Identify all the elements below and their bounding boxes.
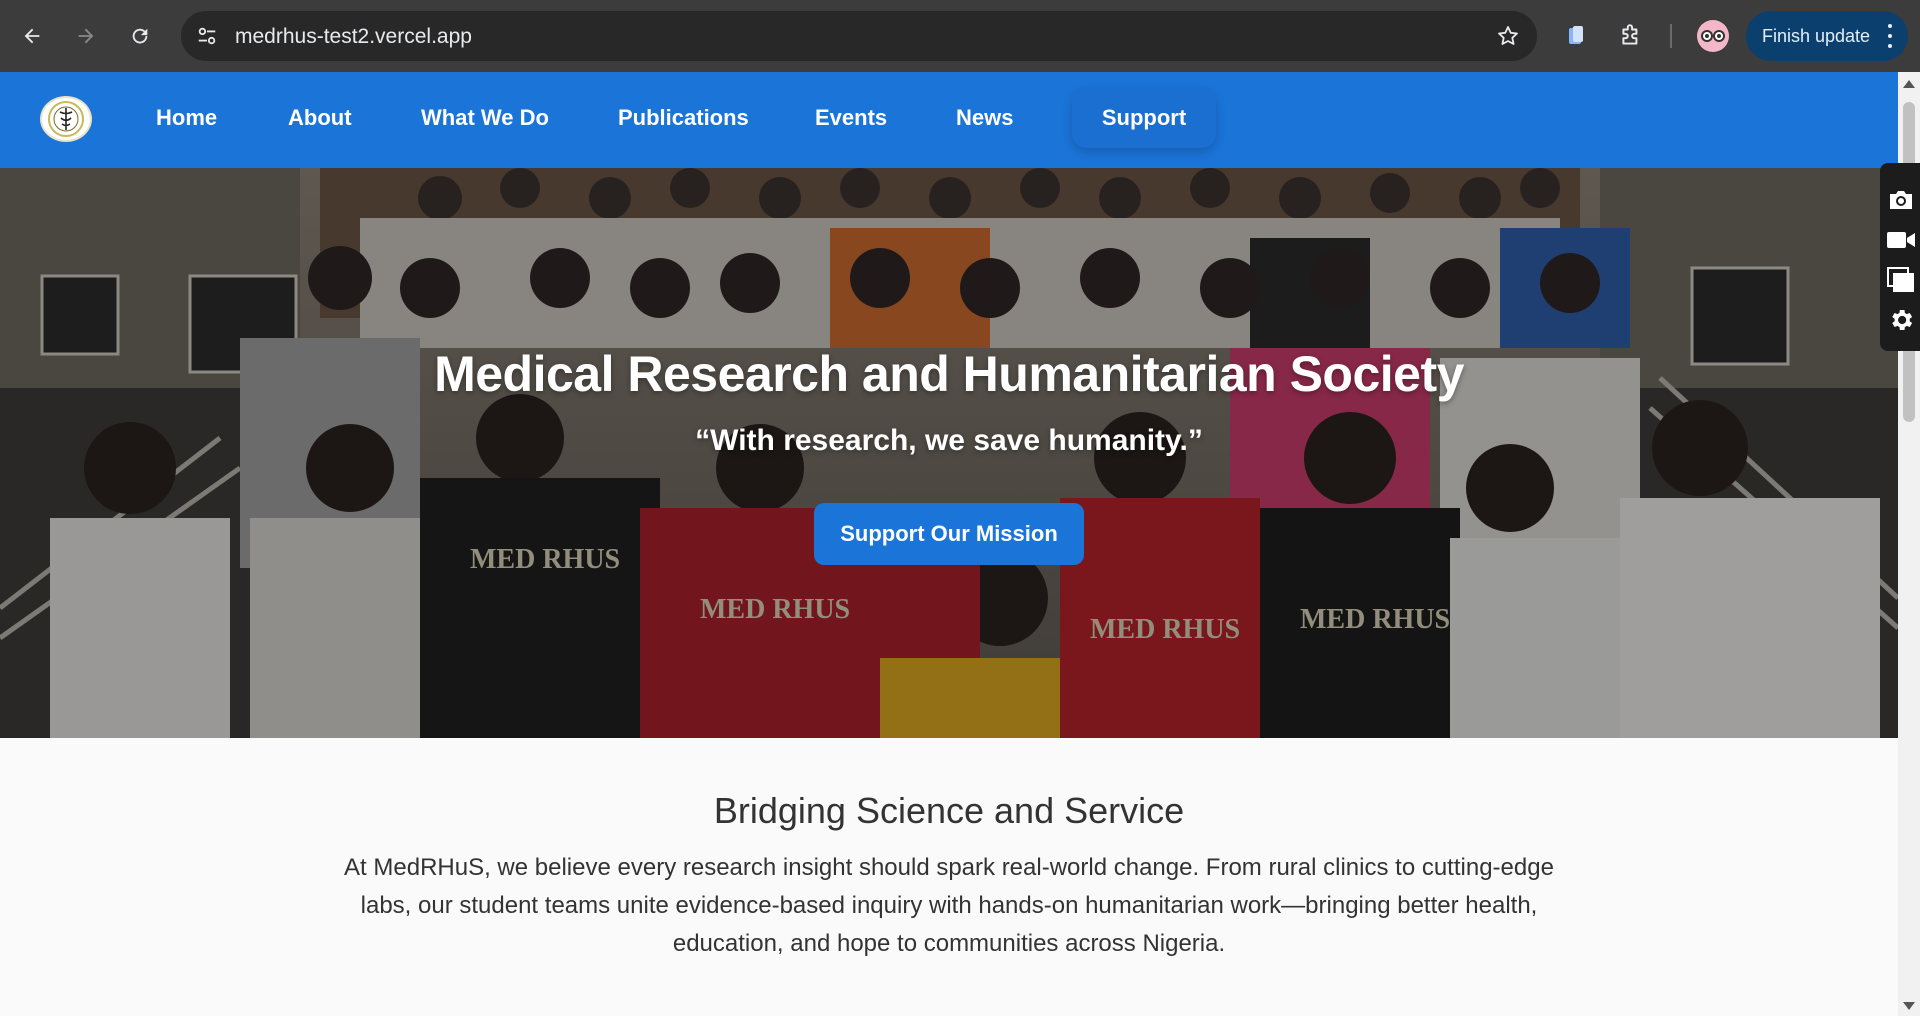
back-button[interactable] xyxy=(14,18,50,54)
arrow-right-icon xyxy=(78,28,94,44)
settings-button[interactable] xyxy=(1886,305,1916,335)
clipboard-icon xyxy=(1569,26,1583,44)
support-our-mission-button[interactable]: Support Our Mission xyxy=(814,503,1084,565)
finish-update-button[interactable]: Finish update xyxy=(1746,11,1908,61)
camera-icon xyxy=(1890,191,1912,209)
url-text[interactable]: medrhus-test2.vercel.app xyxy=(235,25,472,49)
capture-toolbar xyxy=(1880,163,1920,351)
gear-icon xyxy=(1892,309,1913,331)
intro-section: Bridging Science and Service At MedRHuS,… xyxy=(0,738,1898,1016)
kebab-icon xyxy=(1886,24,1894,48)
reload-icon xyxy=(132,28,148,44)
nav-home[interactable]: Home xyxy=(156,105,217,131)
site-logo[interactable] xyxy=(40,96,92,142)
section-body: At MedRHuS, we believe every research in… xyxy=(344,854,1554,957)
browser-toolbar: medrhus-test2.vercel.app Finish update xyxy=(0,0,1920,72)
camera-button[interactable] xyxy=(1886,185,1916,215)
glasses-icon xyxy=(1701,30,1725,42)
nav-support-label: Support xyxy=(1101,105,1187,130)
window-icon xyxy=(1887,267,1914,292)
hero-title: Medical Research and Humanitarian Societ… xyxy=(434,346,1464,402)
section-heading: Bridging Science and Service xyxy=(713,790,1185,831)
star-icon xyxy=(1498,26,1518,45)
tune-icon xyxy=(198,27,216,45)
hero-tagline: “With research, we save humanity.” xyxy=(695,424,1203,457)
nav-news[interactable]: News xyxy=(956,105,1013,131)
scroll-down-arrow[interactable] xyxy=(1903,1002,1915,1010)
avatar[interactable] xyxy=(1697,20,1729,52)
nav-about[interactable]: About xyxy=(288,105,352,131)
bookmark-button[interactable] xyxy=(1495,23,1521,49)
hero-cta-label: Support Our Mission xyxy=(840,521,1058,546)
scroll-up-arrow[interactable] xyxy=(1903,80,1915,88)
forward-button[interactable] xyxy=(68,18,104,54)
site-info-button[interactable] xyxy=(193,22,221,50)
arrow-left-icon xyxy=(24,28,40,44)
video-button[interactable] xyxy=(1886,225,1916,255)
toolbar-divider xyxy=(1670,24,1672,48)
window-button[interactable] xyxy=(1886,265,1916,295)
puzzle-icon xyxy=(1622,24,1638,45)
hero-section: MED RHUS MED RHUS MED RHUS MED RHUS Medi… xyxy=(0,168,1898,738)
address-bar[interactable]: medrhus-test2.vercel.app xyxy=(181,11,1537,61)
reload-button[interactable] xyxy=(122,18,158,54)
nav-events[interactable]: Events xyxy=(815,105,887,131)
site-header: Home About What We Do Publications Event… xyxy=(0,72,1898,168)
nav-what-we-do[interactable]: What We Do xyxy=(421,105,549,131)
extension-button[interactable] xyxy=(1560,20,1592,52)
video-icon xyxy=(1887,232,1915,248)
nav-publications[interactable]: Publications xyxy=(618,105,749,131)
nav-support[interactable]: Support xyxy=(1072,88,1216,148)
medrhus-logo-icon xyxy=(48,101,84,137)
finish-update-label: Finish update xyxy=(1762,25,1871,46)
extensions-button[interactable] xyxy=(1615,20,1647,52)
